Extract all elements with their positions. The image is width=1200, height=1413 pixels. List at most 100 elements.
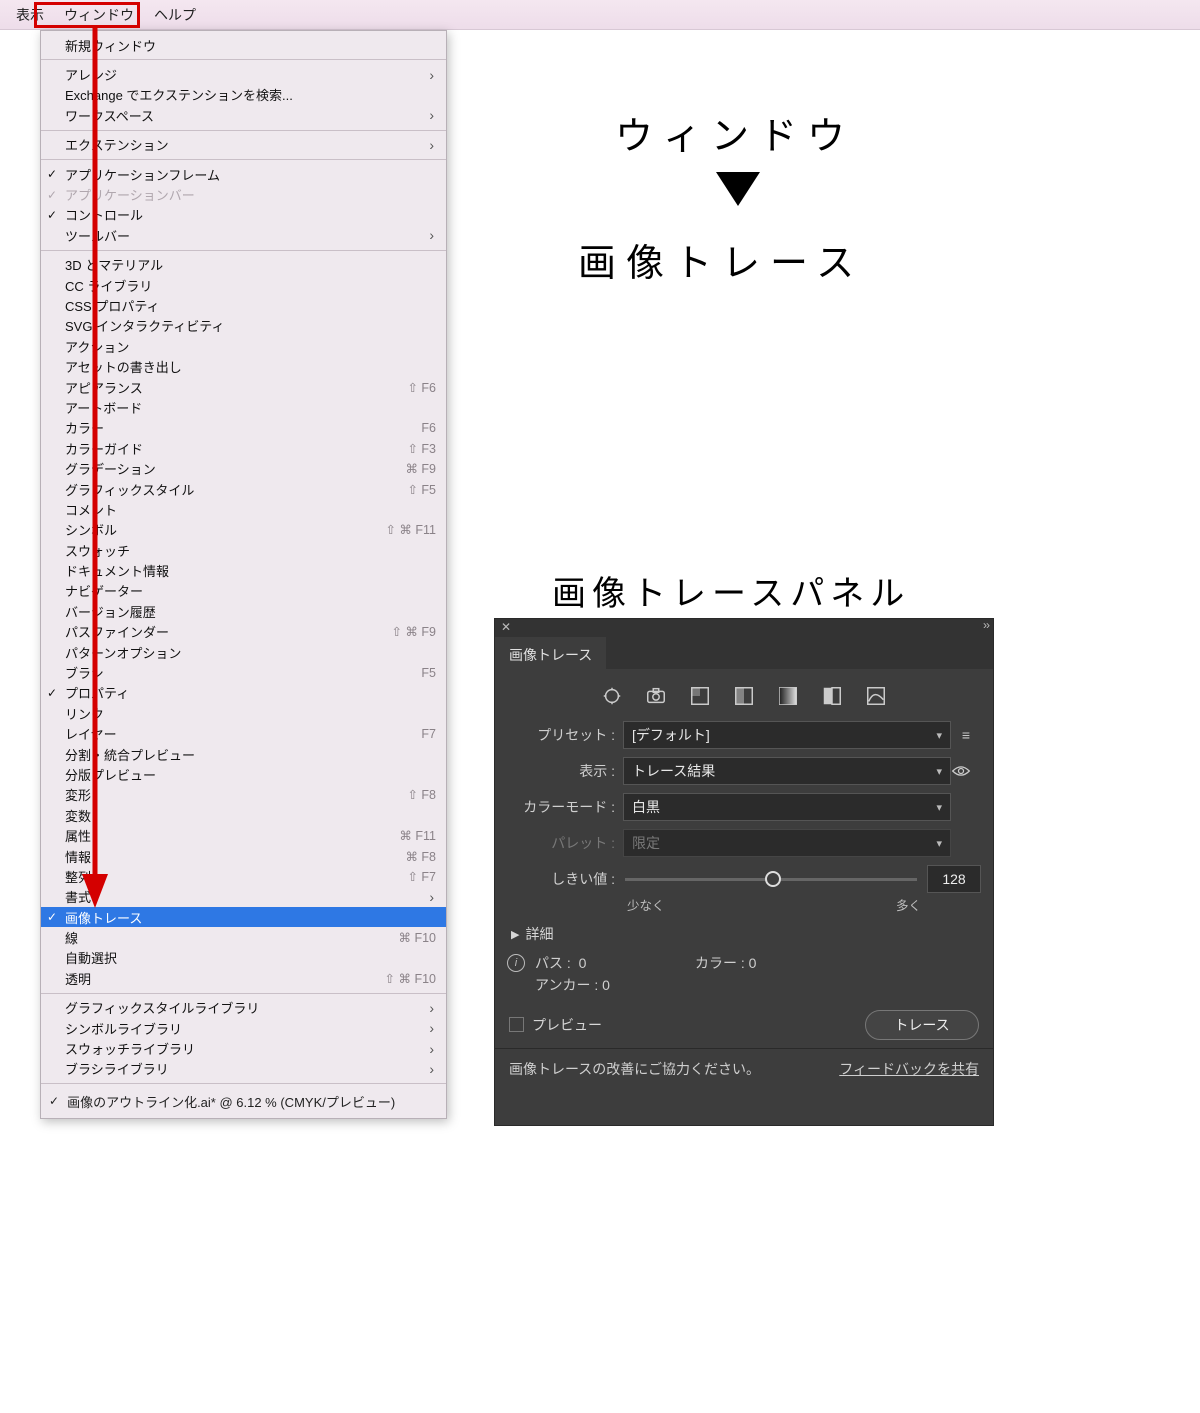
submenu-arrow-icon: › — [429, 107, 434, 123]
menu-item-label: ドキュメント情報 — [65, 561, 436, 580]
preview-checkbox[interactable]: プレビュー — [509, 1015, 602, 1035]
menu-item[interactable]: 線⌘ F10 — [41, 927, 446, 947]
window-menu-dropdown[interactable]: 新規ウィンドウアレンジ›Exchange でエクステンションを検索...ワークス… — [40, 30, 447, 1119]
menu-item[interactable]: Exchange でエクステンションを検索... — [41, 85, 446, 105]
menu-item[interactable]: スウォッチ — [41, 540, 446, 560]
menu-item[interactable]: アートボード — [41, 397, 446, 417]
tab-image-trace[interactable]: 画像トレース — [495, 637, 606, 669]
menu-item[interactable]: アセットの書き出し — [41, 356, 446, 376]
menu-item-label: 整列 — [65, 867, 407, 886]
menu-item[interactable]: アピアランス⇧ F6 — [41, 377, 446, 397]
menu-item[interactable]: 情報⌘ F8 — [41, 846, 446, 866]
feedback-message: 画像トレースの改善にご協力ください。 — [509, 1059, 760, 1079]
menu-shortcut: ⌘ F9 — [405, 461, 436, 476]
menu-item-label: 3D とマテリアル — [65, 255, 436, 274]
menu-item[interactable]: 透明⇧ ⌘ F10 — [41, 968, 446, 988]
annotation-triangle-icon — [716, 172, 760, 206]
menu-shortcut: F7 — [421, 727, 436, 741]
menu-item[interactable]: ナビゲーター — [41, 581, 446, 601]
colormode-value: 白黒 — [632, 797, 660, 817]
menu-shortcut: ⇧ ⌘ F9 — [391, 624, 436, 639]
menu-item[interactable]: 属性⌘ F11 — [41, 825, 446, 845]
menu-item-label: リンク — [65, 704, 436, 723]
menu-item[interactable]: パスファインダー⇧ ⌘ F9 — [41, 622, 446, 642]
menu-item[interactable]: 分割・統合プレビュー — [41, 744, 446, 764]
threshold-value[interactable]: 128 — [927, 865, 981, 893]
menu-item[interactable]: グラデーション⌘ F9 — [41, 458, 446, 478]
menu-item-label: カラーガイド — [65, 439, 407, 458]
menu-item[interactable]: 変数 — [41, 805, 446, 825]
menu-item[interactable]: ツールバー› — [41, 225, 446, 245]
check-icon: ✓ — [47, 208, 57, 222]
preset-outline-icon[interactable] — [865, 685, 887, 707]
colormode-select[interactable]: 白黒 ▾ — [623, 793, 951, 821]
eye-icon[interactable] — [951, 764, 981, 778]
menu-item-label: アートボード — [65, 398, 436, 417]
menu-item[interactable]: アクション — [41, 336, 446, 356]
menu-item[interactable]: レイヤーF7 — [41, 724, 446, 744]
threshold-slider[interactable] — [625, 865, 917, 893]
preset-auto-icon[interactable] — [601, 685, 623, 707]
menubar[interactable]: 表示 ウィンドウ ヘルプ — [0, 0, 1200, 30]
menu-item[interactable]: ✓画像トレース — [41, 907, 446, 927]
preset-save-icon[interactable]: ≡ — [951, 727, 981, 743]
menu-item[interactable]: シンボルライブラリ› — [41, 1018, 446, 1038]
menu-item[interactable]: ✓コントロール — [41, 205, 446, 225]
preset-6color-icon[interactable] — [733, 685, 755, 707]
panel-menu-icon[interactable]: ›› — [983, 618, 989, 632]
menu-item-label: アピアランス — [65, 378, 407, 397]
menu-item[interactable]: 自動選択 — [41, 948, 446, 968]
menu-item[interactable]: リンク — [41, 703, 446, 723]
preset-bw-icon[interactable] — [821, 685, 843, 707]
submenu-arrow-icon: › — [429, 889, 434, 905]
preset-3color-icon[interactable] — [689, 685, 711, 707]
menu-item[interactable]: ワークスペース› — [41, 105, 446, 125]
check-icon: ✓ — [47, 188, 57, 202]
menu-item[interactable]: パターンオプション — [41, 642, 446, 662]
preset-photo-icon[interactable] — [645, 685, 667, 707]
menu-item[interactable]: 分版プレビュー — [41, 764, 446, 784]
submenu-arrow-icon: › — [429, 1041, 434, 1057]
image-trace-panel[interactable]: ✕ ›› 画像トレース プリセット : [デフォルト] ▾ ≡ 表示 : トレー… — [494, 618, 994, 1126]
menu-item[interactable]: グラフィックスタイルライブラリ› — [41, 998, 446, 1018]
menu-item[interactable]: コメント — [41, 499, 446, 519]
palette-value: 限定 — [632, 833, 660, 853]
menu-shortcut: ⇧ ⌘ F10 — [385, 971, 436, 986]
menu-item[interactable]: ✓アプリケーションフレーム — [41, 164, 446, 184]
menu-item[interactable]: 新規ウィンドウ — [41, 35, 446, 55]
menu-item[interactable]: CSS プロパティ — [41, 295, 446, 315]
menu-item-label: CC ライブラリ — [65, 276, 436, 295]
menu-item[interactable]: グラフィックスタイル⇧ F5 — [41, 479, 446, 499]
menu-item[interactable]: CC ライブラリ — [41, 275, 446, 295]
menu-item-label: 情報 — [65, 847, 405, 866]
menu-item[interactable]: 3D とマテリアル — [41, 255, 446, 275]
disclosure-triangle-icon: ▶ — [511, 928, 519, 941]
menu-item[interactable]: カラーF6 — [41, 418, 446, 438]
menu-item[interactable]: ドキュメント情報 — [41, 560, 446, 580]
trace-button[interactable]: トレース — [865, 1010, 979, 1040]
detail-disclosure[interactable]: ▶ 詳細 — [495, 914, 993, 950]
menu-item-label: 書式 — [65, 887, 436, 906]
menu-item[interactable]: スウォッチライブラリ› — [41, 1038, 446, 1058]
feedback-link[interactable]: フィードバックを共有 — [839, 1059, 979, 1079]
menu-item[interactable]: アレンジ› — [41, 64, 446, 84]
menu-item[interactable]: 整列⇧ F7 — [41, 866, 446, 886]
menu-item[interactable]: SVG インタラクティビティ — [41, 316, 446, 336]
menu-item[interactable]: カラーガイド⇧ F3 — [41, 438, 446, 458]
menu-item[interactable]: 変形⇧ F8 — [41, 785, 446, 805]
menu-item[interactable]: エクステンション› — [41, 135, 446, 155]
menu-item[interactable]: バージョン履歴 — [41, 601, 446, 621]
menu-item-label: 分版プレビュー — [65, 765, 436, 784]
document-status[interactable]: ✓ 画像のアウトライン化.ai* @ 6.12 % (CMYK/プレビュー) — [41, 1088, 446, 1114]
display-select[interactable]: トレース結果 ▾ — [623, 757, 951, 785]
preset-select[interactable]: [デフォルト] ▾ — [623, 721, 951, 749]
preset-gray-icon[interactable] — [777, 685, 799, 707]
close-icon[interactable]: ✕ — [501, 620, 511, 634]
annotation-highlight-box — [34, 2, 140, 28]
menu-item[interactable]: 書式› — [41, 887, 446, 907]
menu-item[interactable]: ブラシF5 — [41, 662, 446, 682]
menu-help[interactable]: ヘルプ — [144, 1, 206, 29]
menu-item[interactable]: シンボル⇧ ⌘ F11 — [41, 520, 446, 540]
menu-item[interactable]: ブラシライブラリ› — [41, 1059, 446, 1079]
menu-item[interactable]: ✓プロパティ — [41, 683, 446, 703]
